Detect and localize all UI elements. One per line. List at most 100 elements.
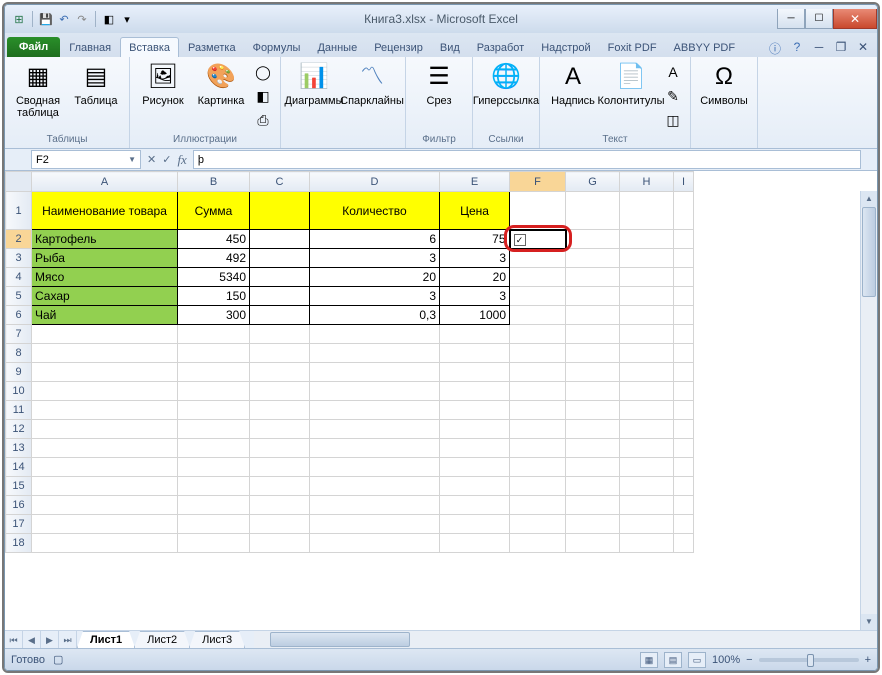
cell[interactable]: Сахар — [32, 287, 178, 306]
tab-вставка[interactable]: Вставка — [120, 37, 179, 57]
cell[interactable]: Наименование товара — [32, 192, 178, 230]
tab-главная[interactable]: Главная — [61, 38, 119, 57]
cell[interactable] — [566, 534, 620, 553]
cell[interactable] — [250, 477, 310, 496]
cell[interactable] — [566, 192, 620, 230]
col-header[interactable]: G — [566, 172, 620, 192]
cell[interactable] — [440, 515, 510, 534]
nav-last-icon[interactable]: ⏭ — [59, 631, 77, 648]
sheet-nav[interactable]: ⏮ ◀ ▶ ⏭ — [5, 631, 77, 648]
tab-foxit pdf[interactable]: Foxit PDF — [600, 38, 665, 57]
zoom-level[interactable]: 100% — [712, 654, 740, 666]
cell[interactable] — [250, 458, 310, 477]
cell[interactable] — [566, 515, 620, 534]
cell[interactable] — [674, 458, 694, 477]
cell[interactable] — [32, 477, 178, 496]
cell[interactable] — [620, 458, 674, 477]
row-header[interactable]: 8 — [6, 344, 32, 363]
macro-record-icon[interactable]: ▢ — [53, 653, 63, 666]
cell[interactable] — [566, 496, 620, 515]
sheet-tab[interactable]: Лист1 — [77, 631, 135, 648]
cell[interactable] — [310, 420, 440, 439]
cell[interactable] — [32, 439, 178, 458]
cell[interactable]: 300 — [178, 306, 250, 325]
cell[interactable] — [566, 363, 620, 382]
cell[interactable] — [566, 230, 620, 249]
cell[interactable] — [440, 401, 510, 420]
cell[interactable] — [32, 534, 178, 553]
cell[interactable] — [674, 534, 694, 553]
cell[interactable] — [566, 420, 620, 439]
cell[interactable] — [250, 249, 310, 268]
cell[interactable] — [510, 344, 566, 363]
cell[interactable] — [178, 344, 250, 363]
cell[interactable] — [440, 344, 510, 363]
cell[interactable] — [674, 401, 694, 420]
vertical-scrollbar[interactable]: ▲ ▼ — [860, 191, 877, 630]
sheet-tab[interactable]: Лист3 — [189, 631, 245, 648]
cell[interactable] — [32, 344, 178, 363]
cell[interactable] — [566, 382, 620, 401]
cell[interactable] — [250, 401, 310, 420]
close-button[interactable]: ✕ — [833, 9, 877, 29]
formula-input[interactable]: þ — [193, 150, 861, 169]
col-header[interactable]: B — [178, 172, 250, 192]
cell[interactable] — [250, 439, 310, 458]
cell[interactable]: Количество — [310, 192, 440, 230]
cell[interactable] — [250, 420, 310, 439]
cell[interactable] — [620, 306, 674, 325]
cell[interactable] — [250, 268, 310, 287]
cell[interactable] — [510, 325, 566, 344]
cell[interactable] — [566, 268, 620, 287]
row-header[interactable]: 10 — [6, 382, 32, 401]
scroll-up-icon[interactable]: ▲ — [861, 191, 877, 207]
accept-formula-icon[interactable]: ✓ — [162, 153, 171, 166]
tab-вид[interactable]: Вид — [432, 38, 468, 57]
cell[interactable] — [510, 439, 566, 458]
cell[interactable]: 5340 — [178, 268, 250, 287]
charts-button[interactable]: 📊Диаграммы — [287, 59, 341, 107]
textbox-button[interactable]: AНадпись — [546, 59, 600, 107]
undo-icon[interactable]: ↶ — [56, 11, 72, 27]
cell[interactable]: 1000 — [440, 306, 510, 325]
cell[interactable] — [620, 287, 674, 306]
cell[interactable]: 75 — [440, 230, 510, 249]
cell[interactable] — [620, 477, 674, 496]
cell[interactable] — [674, 325, 694, 344]
cell[interactable] — [32, 420, 178, 439]
cell[interactable]: 3 — [440, 249, 510, 268]
cell[interactable] — [310, 477, 440, 496]
cell[interactable] — [510, 401, 566, 420]
cell[interactable] — [310, 534, 440, 553]
shapes-icon[interactable]: ◯ — [252, 61, 274, 83]
clipart-button[interactable]: 🎨Картинка — [194, 59, 248, 107]
cell[interactable] — [178, 477, 250, 496]
row-header[interactable]: 14 — [6, 458, 32, 477]
cell[interactable] — [510, 534, 566, 553]
row-header[interactable]: 15 — [6, 477, 32, 496]
cell[interactable] — [250, 192, 310, 230]
cell[interactable] — [250, 325, 310, 344]
row-header[interactable]: 5 — [6, 287, 32, 306]
cell[interactable]: Рыба — [32, 249, 178, 268]
cell[interactable] — [178, 458, 250, 477]
table-button[interactable]: ▤Таблица — [69, 59, 123, 107]
screenshot-icon[interactable]: ⎙ — [252, 109, 274, 131]
col-header[interactable]: D — [310, 172, 440, 192]
row-header[interactable]: 16 — [6, 496, 32, 515]
cell[interactable] — [32, 515, 178, 534]
cell[interactable] — [674, 382, 694, 401]
cell[interactable] — [510, 477, 566, 496]
cell[interactable] — [620, 382, 674, 401]
cell[interactable] — [310, 439, 440, 458]
slicer-button[interactable]: ☰Срез — [412, 59, 466, 107]
cell[interactable] — [674, 439, 694, 458]
fx-icon[interactable]: fx — [177, 152, 186, 168]
cell[interactable] — [440, 420, 510, 439]
hyperlink-button[interactable]: 🌐Гиперссылка — [479, 59, 533, 107]
row-header[interactable]: 12 — [6, 420, 32, 439]
select-all-corner[interactable] — [6, 172, 32, 192]
row-header[interactable]: 13 — [6, 439, 32, 458]
zoom-in-button[interactable]: + — [865, 654, 871, 666]
scroll-down-icon[interactable]: ▼ — [861, 614, 877, 630]
